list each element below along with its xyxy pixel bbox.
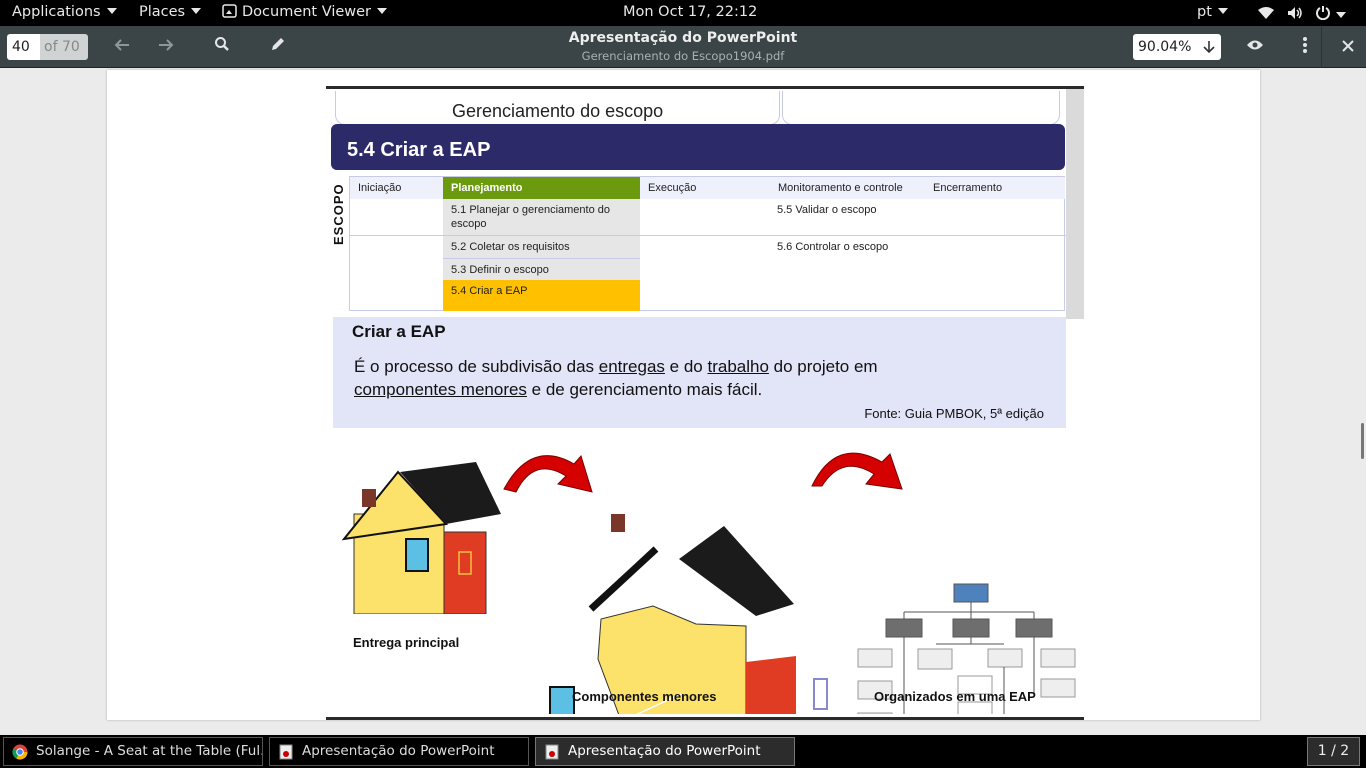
definition-title: Criar a EAP [352, 322, 446, 341]
next-page-icon[interactable] [155, 36, 177, 58]
phase-monitoring: Monitoramento e controle [768, 177, 924, 199]
caption-components: Componentes menores [572, 689, 717, 704]
phase-initiation: Iniciação [350, 177, 443, 199]
app-menu[interactable]: Document Viewer [222, 4, 388, 20]
planning-item-current: 5.4 Criar a EAP [443, 280, 640, 311]
house-parts-icon [549, 514, 828, 714]
definition-source: Fonte: Guia PMBOK, 5ª edição [864, 406, 1044, 421]
workspace-switcher[interactable]: 1 / 2 [1307, 737, 1360, 766]
definition-text: É o processo de subdivisão das entregas … [354, 357, 878, 399]
pdf-document-icon [279, 744, 293, 760]
document-viewer-icon [222, 4, 237, 18]
slide-side-bar [1066, 89, 1084, 319]
view-options-eye-icon[interactable] [1244, 36, 1266, 58]
slide-title-band: 5.4 Criar a EAP [331, 124, 1065, 170]
house-icon [326, 462, 501, 664]
planning-item: 5.2 Coletar os requisitos [443, 236, 640, 258]
zoom-value: 90.04% [1138, 39, 1192, 55]
zoom-dropdown-icon[interactable] [1203, 34, 1215, 60]
slide-header-box: Gerenciamento do escopo [335, 91, 780, 125]
phase-planning: Planejamento [443, 177, 640, 199]
chrome-icon [12, 744, 28, 760]
caption-main-delivery: Entrega principal [353, 635, 460, 650]
monitoring-item: 5.5 Validar o escopo [777, 204, 877, 216]
power-menu[interactable] [1316, 5, 1346, 24]
task-chrome[interactable]: Solange - A Seat at the Table (Ful... [3, 737, 263, 766]
slide-header-text: Gerenciamento do escopo [452, 101, 664, 121]
clock[interactable]: Mon Oct 17, 22:12 [623, 4, 757, 20]
wifi-icon[interactable] [1258, 6, 1274, 24]
curved-arrow-icon [503, 454, 593, 493]
document-filename: Gerenciamento do Escopo1904.pdf [581, 49, 785, 63]
caption-wbs: Organizados em uma EAP [874, 689, 1036, 704]
applications-menu[interactable]: Applications [12, 4, 117, 20]
process-group-table: Iniciação Planejamento Execução Monitora… [349, 176, 1066, 311]
pdf-document-icon [545, 744, 559, 760]
slide-title: 5.4 Criar a EAP [347, 139, 491, 161]
phase-execution: Execução [640, 177, 768, 199]
task-document-viewer-active[interactable]: Apresentação do PowerPoint [535, 737, 795, 766]
page-number-input[interactable]: 40 [7, 34, 40, 60]
page-selector[interactable]: 40 of 70 [7, 34, 88, 60]
slide-header-box-right [782, 91, 1060, 125]
keyboard-layout-indicator[interactable]: pt [1197, 4, 1228, 20]
previous-page-icon[interactable] [111, 36, 133, 58]
zoom-selector[interactable]: 90.04% [1133, 34, 1221, 60]
volume-icon[interactable] [1287, 6, 1303, 24]
menu-kebab-icon[interactable] [1294, 36, 1316, 58]
eap-illustration [326, 452, 1076, 714]
document-headerbar: 40 of 70 Apresentação do PowerPoint Gere… [0, 26, 1366, 68]
window-list: Solange - A Seat at the Table (Ful... Ap… [0, 735, 1366, 768]
document-viewport[interactable]: Gerenciamento do escopo 5.4 Criar a EAP … [0, 68, 1366, 735]
slide: Gerenciamento do escopo 5.4 Criar a EAP … [326, 86, 1084, 720]
phase-closing: Encerramento [924, 177, 1065, 199]
planning-item: 5.1 Planejar o gerenciamento do escopo [443, 199, 640, 235]
curved-arrow-icon [811, 452, 903, 490]
monitoring-item: 5.6 Controlar o escopo [777, 241, 889, 253]
page-total-label: of 70 [40, 34, 88, 60]
escopo-side-label: ESCOPO [331, 183, 346, 245]
annotate-pencil-icon[interactable] [267, 36, 289, 58]
top-bar: Applications Places Document Viewer Mon … [0, 0, 1366, 26]
search-icon[interactable] [211, 36, 233, 58]
places-menu[interactable]: Places [139, 4, 202, 20]
definition-box: Criar a EAP É o processo de subdivisão d… [333, 317, 1066, 428]
pdf-page: Gerenciamento do escopo 5.4 Criar a EAP … [107, 70, 1260, 720]
close-window-icon[interactable] [1337, 36, 1359, 58]
headerbar-separator [1321, 26, 1322, 68]
planning-item: 5.3 Definir o escopo [443, 258, 640, 280]
power-icon [1316, 6, 1330, 21]
task-document-viewer[interactable]: Apresentação do PowerPoint [269, 737, 529, 766]
vertical-scrollbar[interactable] [1361, 423, 1364, 459]
document-title: Apresentação do PowerPoint [568, 30, 798, 46]
